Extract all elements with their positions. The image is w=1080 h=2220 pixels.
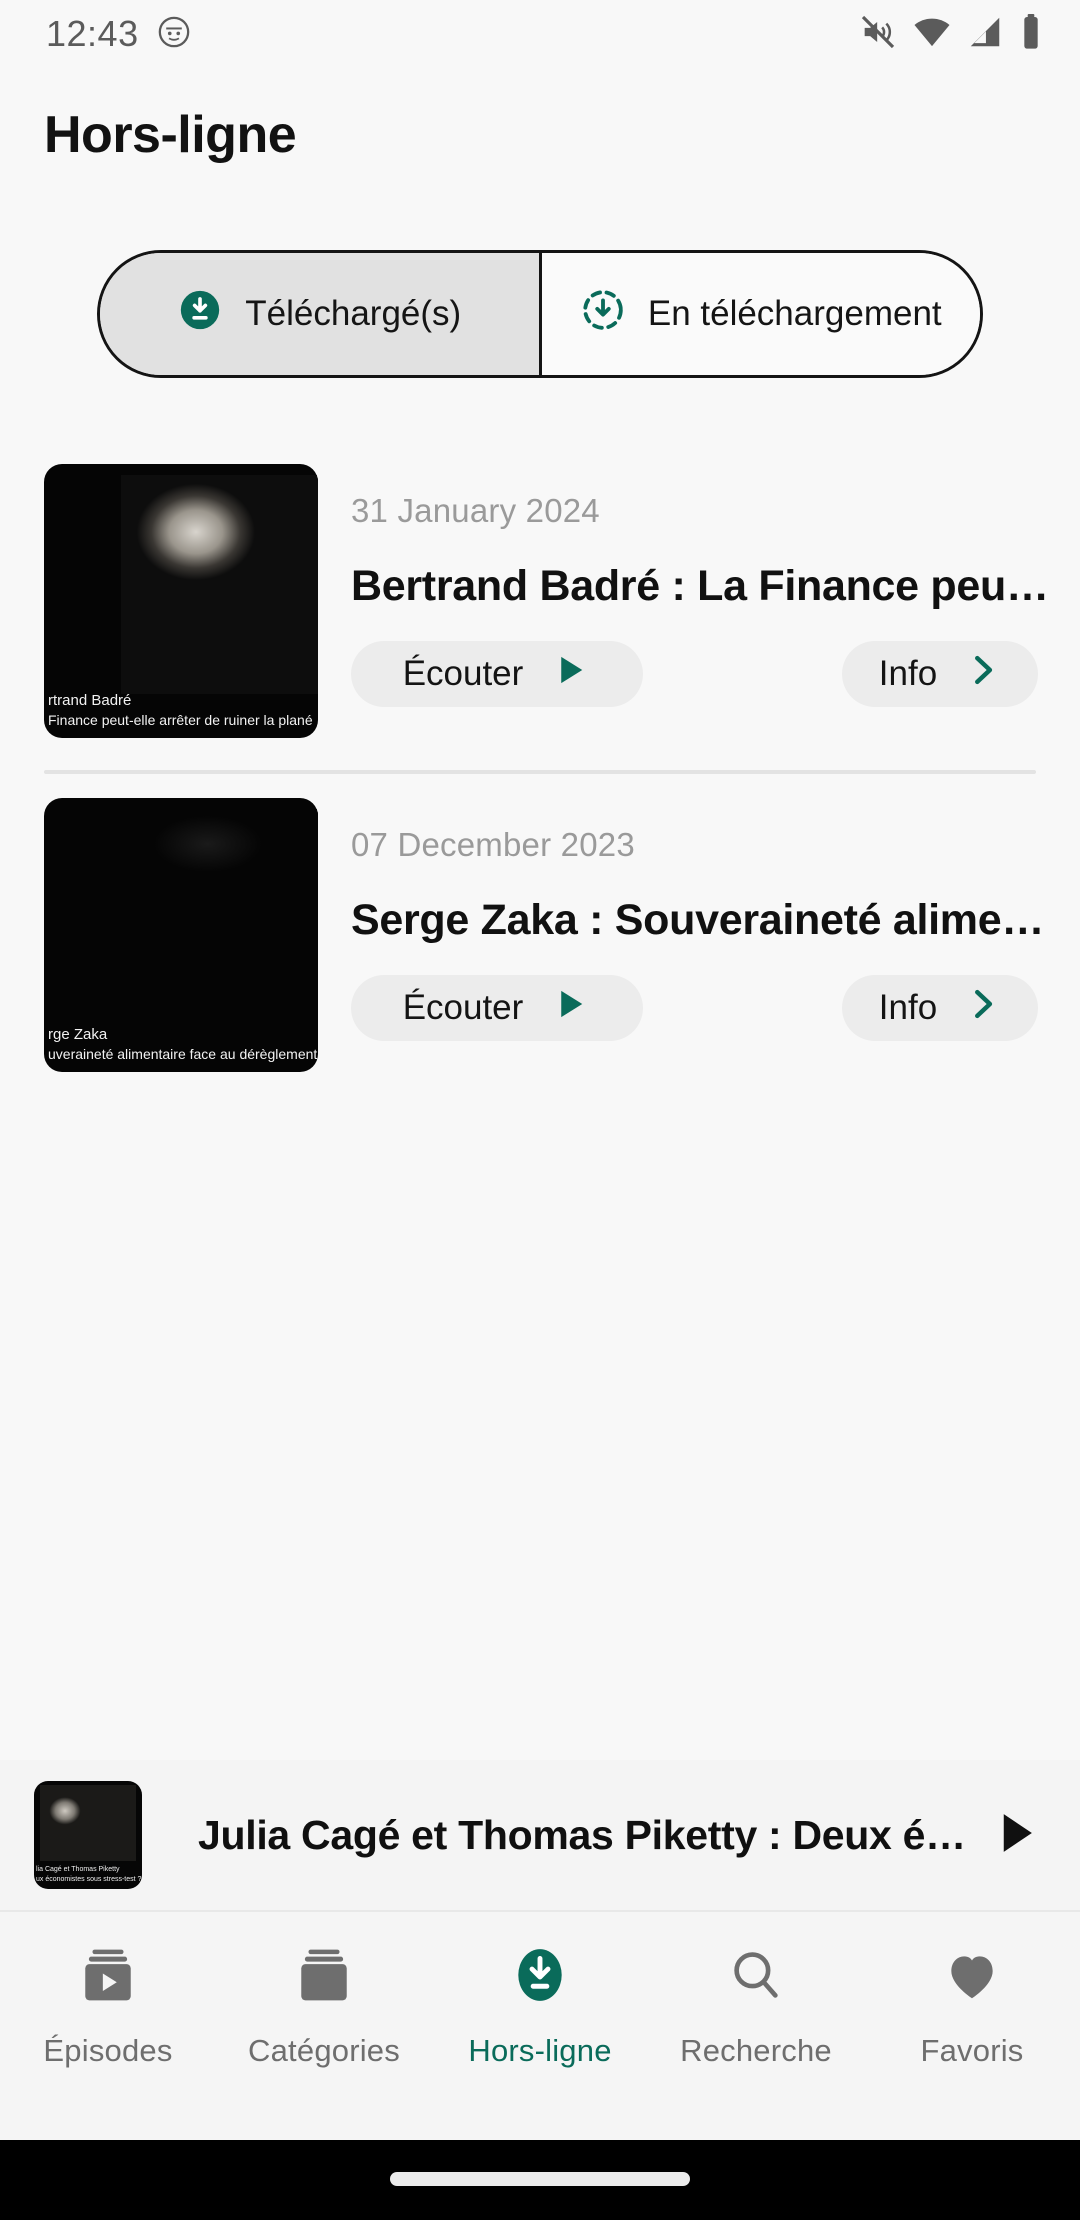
- listen-button[interactable]: Écouter: [351, 641, 643, 707]
- episode-thumbnail[interactable]: rge Zaka uveraineté alimentaire face au …: [44, 798, 318, 1072]
- tab-downloaded-label: Téléchargé(s): [245, 294, 462, 333]
- episode-title[interactable]: Serge Zaka : Souveraineté alime…: [351, 896, 1048, 945]
- mini-player-thumbnail-photo: [40, 1785, 136, 1861]
- downloaded-episode-list: rtrand Badré Finance peut-elle arrêter d…: [0, 440, 1080, 1072]
- nav-label-offline: Hors-ligne: [468, 2033, 612, 2068]
- info-button[interactable]: Info: [842, 641, 1038, 707]
- mini-thumbnail-caption-line-1: lia Cagé et Thomas Piketty: [36, 1866, 120, 1874]
- nav-item-categories[interactable]: Catégories: [216, 1944, 432, 2069]
- nav-label-episodes: Épisodes: [43, 2033, 173, 2068]
- mini-player[interactable]: lia Cagé et Thomas Piketty ux économiste…: [0, 1760, 1080, 1912]
- cellular-signal-icon: [966, 13, 1004, 56]
- gesture-home-indicator[interactable]: [390, 2172, 690, 2186]
- battery-icon: [1018, 12, 1044, 57]
- nav-item-favorites[interactable]: Favoris: [864, 1944, 1080, 2069]
- play-icon: [988, 1813, 1042, 1864]
- library-books-icon: [293, 1944, 355, 2011]
- episode-thumbnail-caption: rtrand Badré Finance peut-elle arrêter d…: [48, 691, 318, 730]
- nav-label-categories: Catégories: [248, 2033, 400, 2068]
- episode-thumbnail-photo: [120, 808, 318, 1029]
- listen-button-label: Écouter: [402, 654, 524, 693]
- tab-downloading-label: En téléchargement: [647, 294, 942, 333]
- chevron-right-icon: [963, 651, 1001, 698]
- nav-item-offline[interactable]: Hors-ligne: [432, 1944, 648, 2069]
- nav-label-favorites: Favoris: [920, 2033, 1024, 2068]
- tab-downloading[interactable]: En téléchargement: [538, 253, 980, 375]
- play-icon: [549, 649, 591, 700]
- thumbnail-caption-line-1: rtrand Badré: [48, 691, 132, 709]
- nav-label-search: Recherche: [680, 2033, 832, 2068]
- episode-body: 07 December 2023 Serge Zaka : Souveraine…: [318, 784, 1080, 1041]
- episode-thumbnail-caption: rge Zaka uveraineté alimentaire face au …: [48, 1025, 318, 1064]
- chevron-right-icon: [963, 985, 1001, 1032]
- thumbnail-caption-line-2: uveraineté alimentaire face au dérègleme…: [48, 1046, 318, 1063]
- heart-icon: [941, 1944, 1003, 2011]
- download-filled-circle-icon: [177, 287, 223, 342]
- wifi-icon: [912, 12, 952, 57]
- app-screen: 12:43 Hors-ligne Téléchargé(s) En téléch…: [0, 0, 1080, 2220]
- mini-player-play-button[interactable]: [968, 1806, 1042, 1865]
- download-filled-circle-icon: [509, 1944, 571, 2011]
- nav-item-episodes[interactable]: Épisodes: [0, 1944, 216, 2069]
- offline-tabs: Téléchargé(s) En téléchargement: [97, 250, 983, 378]
- info-button-label: Info: [878, 988, 938, 1027]
- episode-date: 31 January 2024: [351, 492, 600, 529]
- status-bar: 12:43: [0, 0, 1080, 68]
- face-badge-icon: [157, 15, 191, 54]
- episode-body: 31 January 2024 Bertrand Badré : La Fina…: [318, 450, 1080, 707]
- info-button[interactable]: Info: [842, 975, 1038, 1041]
- episode-actions: Écouter Info: [351, 641, 1048, 707]
- list-item[interactable]: rtrand Badré Finance peut-elle arrêter d…: [0, 440, 1080, 738]
- list-item[interactable]: rge Zaka uveraineté alimentaire face au …: [0, 774, 1080, 1072]
- page-title: Hors-ligne: [44, 106, 297, 164]
- system-gesture-area: [0, 2140, 1080, 2220]
- mini-player-thumbnail[interactable]: lia Cagé et Thomas Piketty ux économiste…: [34, 1781, 142, 1889]
- tab-downloaded[interactable]: Téléchargé(s): [100, 253, 539, 375]
- status-bar-left: 12:43: [46, 13, 191, 55]
- episode-title[interactable]: Bertrand Badré : La Finance peu…: [351, 562, 1048, 611]
- thumbnail-caption-line-1: rge Zaka: [48, 1025, 108, 1043]
- status-bar-right: [858, 12, 1044, 57]
- episode-thumbnail-photo: [120, 474, 318, 695]
- status-clock: 12:43: [46, 13, 139, 54]
- bottom-navigation: Épisodes Catégories Hors-ligne Recherche…: [0, 1912, 1080, 2140]
- mini-player-thumbnail-caption: lia Cagé et Thomas Piketty ux économiste…: [36, 1865, 141, 1885]
- episode-thumbnail[interactable]: rtrand Badré Finance peut-elle arrêter d…: [44, 464, 318, 738]
- episode-actions: Écouter Info: [351, 975, 1048, 1041]
- thumbnail-caption-line-2: Finance peut-elle arrêter de ruiner la p…: [48, 712, 313, 729]
- video-library-icon: [77, 1944, 139, 2011]
- search-icon: [725, 1944, 787, 2011]
- mini-thumbnail-caption-line-2: ux économistes sous stress-test ?: [36, 1876, 142, 1884]
- listen-button[interactable]: Écouter: [351, 975, 643, 1041]
- play-icon: [549, 983, 591, 1034]
- episode-date: 07 December 2023: [351, 826, 635, 863]
- download-dashed-circle-icon: [580, 287, 626, 342]
- mini-player-title[interactable]: Julia Cagé et Thomas Piketty : Deux é…: [142, 1812, 968, 1859]
- volume-mute-icon: [858, 12, 898, 57]
- nav-item-search[interactable]: Recherche: [648, 1944, 864, 2069]
- info-button-label: Info: [878, 654, 938, 693]
- listen-button-label: Écouter: [402, 988, 524, 1027]
